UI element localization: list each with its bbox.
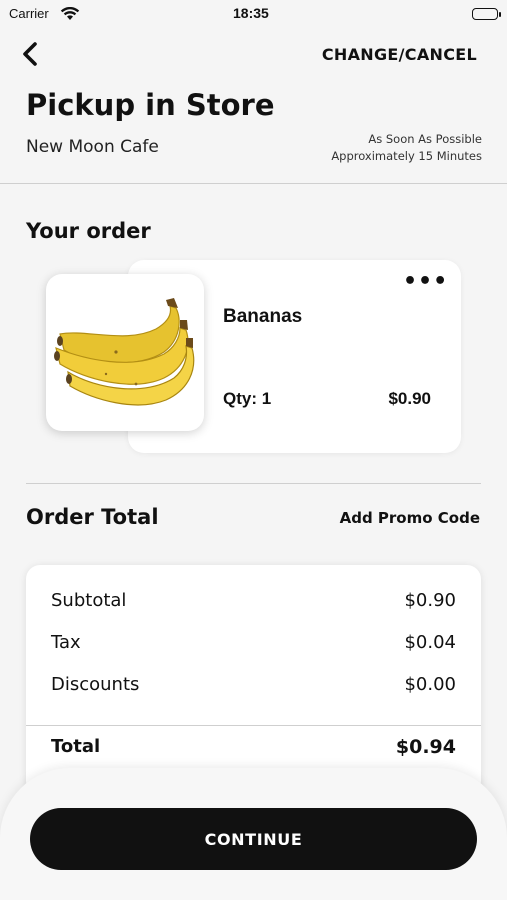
item-name: Bananas — [223, 306, 303, 327]
item-price: $0.90 — [388, 389, 431, 408]
store-name: New Moon Cafe — [26, 137, 159, 157]
discounts-value: $0.00 — [404, 674, 456, 695]
back-button[interactable] — [18, 38, 46, 70]
pickup-eta: As Soon As Possible Approximately 15 Min… — [331, 131, 482, 165]
total-label: Total — [51, 736, 101, 757]
clock-time: 18:35 — [233, 5, 269, 21]
item-quantity: Qty: 1 — [223, 389, 272, 408]
bananas-image — [54, 298, 195, 406]
eta-line-2: Approximately 15 Minutes — [331, 149, 482, 163]
discounts-row: Discounts $0.00 — [51, 674, 456, 698]
tax-value: $0.04 — [404, 632, 456, 653]
eta-line-1: As Soon As Possible — [368, 132, 482, 146]
wifi-icon — [60, 6, 80, 25]
summary-divider — [26, 725, 481, 726]
status-bar: Carrier 18:35 — [0, 0, 507, 30]
order-summary-card: Subtotal $0.90 Tax $0.04 Discounts $0.00… — [26, 565, 481, 795]
discounts-label: Discounts — [51, 674, 140, 695]
chevron-left-icon — [23, 42, 37, 66]
section-divider — [26, 483, 481, 484]
item-more-button[interactable]: ••• — [403, 271, 448, 293]
header-divider — [0, 183, 507, 184]
total-row: Total $0.94 — [51, 736, 456, 760]
total-value: $0.94 — [395, 736, 456, 758]
ellipsis-icon: ••• — [403, 269, 449, 294]
your-order-heading: Your order — [26, 219, 151, 243]
tax-label: Tax — [51, 632, 81, 653]
tax-row: Tax $0.04 — [51, 632, 456, 656]
order-total-heading: Order Total — [26, 505, 159, 529]
carrier-label: Carrier — [9, 6, 49, 21]
change-cancel-button[interactable]: CHANGE/CANCEL — [322, 45, 477, 64]
item-image-bananas — [46, 274, 204, 431]
continue-button[interactable]: CONTINUE — [30, 808, 477, 870]
subtotal-label: Subtotal — [51, 590, 127, 611]
subtotal-value: $0.90 — [404, 590, 456, 611]
page-title: Pickup in Store — [26, 88, 275, 122]
battery-icon — [472, 8, 501, 20]
subtotal-row: Subtotal $0.90 — [51, 590, 456, 614]
add-promo-code-link[interactable]: Add Promo Code — [340, 509, 480, 527]
